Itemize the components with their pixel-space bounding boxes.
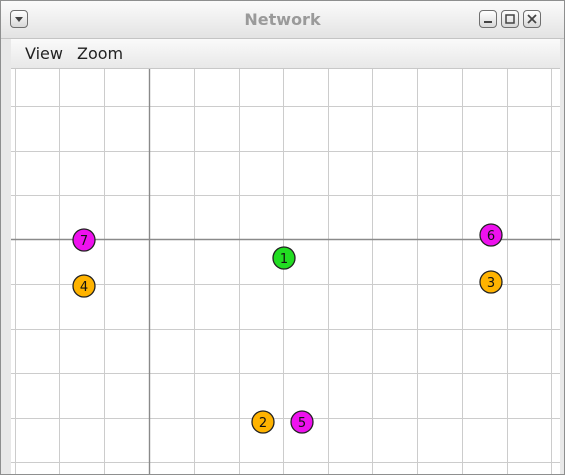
minimize-icon <box>484 21 492 23</box>
network-node-2[interactable]: 2 <box>251 410 275 434</box>
close-icon <box>527 14 537 24</box>
network-node-7[interactable]: 7 <box>72 228 96 252</box>
network-node-6[interactable]: 6 <box>479 223 503 247</box>
maximize-icon <box>505 14 515 24</box>
menu-zoom[interactable]: Zoom <box>77 39 123 68</box>
network-node-5[interactable]: 5 <box>290 410 314 434</box>
menu-bar: View Zoom <box>11 39 560 69</box>
title-bar[interactable]: Network <box>1 1 564 39</box>
window-left-border <box>1 39 11 474</box>
minimize-button[interactable] <box>479 10 497 28</box>
network-node-4[interactable]: 4 <box>72 274 96 298</box>
maximize-button[interactable] <box>501 10 519 28</box>
network-graph[interactable]: 1 2 3 4 5 6 7 <box>11 69 560 474</box>
node-label: 1 <box>280 252 288 267</box>
close-button[interactable] <box>523 10 541 28</box>
node-label: 4 <box>80 280 88 295</box>
node-label: 5 <box>298 416 306 431</box>
node-label: 7 <box>80 234 88 249</box>
node-label: 2 <box>259 416 267 431</box>
node-label: 3 <box>487 276 495 291</box>
menu-view[interactable]: View <box>25 39 63 68</box>
node-label: 6 <box>487 229 495 244</box>
network-node-3[interactable]: 3 <box>479 270 503 294</box>
network-node-1[interactable]: 1 <box>272 246 296 270</box>
network-canvas[interactable]: 1 2 3 4 5 6 7 <box>11 69 560 474</box>
window-right-border <box>560 39 564 474</box>
network-window: Network View Zoom 1 2 3 4 5 6 7 <box>0 0 565 475</box>
